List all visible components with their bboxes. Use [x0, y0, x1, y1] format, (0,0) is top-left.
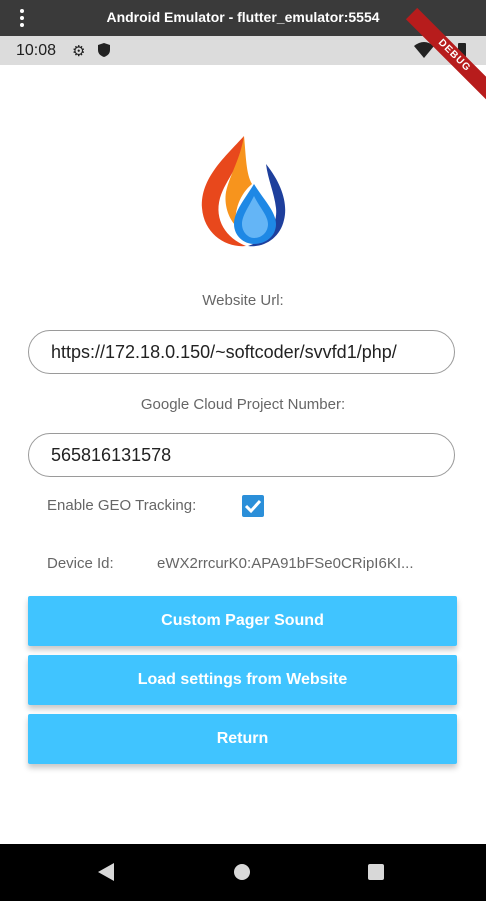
gear-icon: ⚙: [72, 43, 86, 60]
android-status-bar: 10:08 ⚙: [0, 36, 486, 65]
custom-pager-sound-button[interactable]: Custom Pager Sound: [28, 596, 457, 646]
project-number-input[interactable]: 565816131578: [28, 433, 455, 477]
checkmark-icon: [244, 499, 262, 514]
home-icon[interactable]: [234, 864, 250, 880]
recents-icon[interactable]: [368, 864, 384, 880]
geo-tracking-checkbox[interactable]: [242, 495, 264, 517]
website-url-label: Website Url:: [202, 292, 284, 309]
website-url-input[interactable]: https://172.18.0.150/~softcoder/svvfd1/p…: [28, 330, 455, 374]
flame-drop-logo: [201, 136, 286, 247]
return-button[interactable]: Return: [28, 714, 457, 764]
load-settings-button[interactable]: Load settings from Website: [28, 655, 457, 705]
back-icon[interactable]: [98, 863, 114, 881]
project-number-label: Google Cloud Project Number:: [140, 396, 346, 413]
device-id-value: eWX2rrcurK0:APA91bFSe0CRipI6KI...: [157, 555, 414, 572]
geo-tracking-label: Enable GEO Tracking:: [47, 497, 197, 514]
shield-icon: [98, 43, 110, 57]
device-id-label: Device Id:: [47, 555, 114, 572]
status-time: 10:08: [16, 42, 57, 59]
